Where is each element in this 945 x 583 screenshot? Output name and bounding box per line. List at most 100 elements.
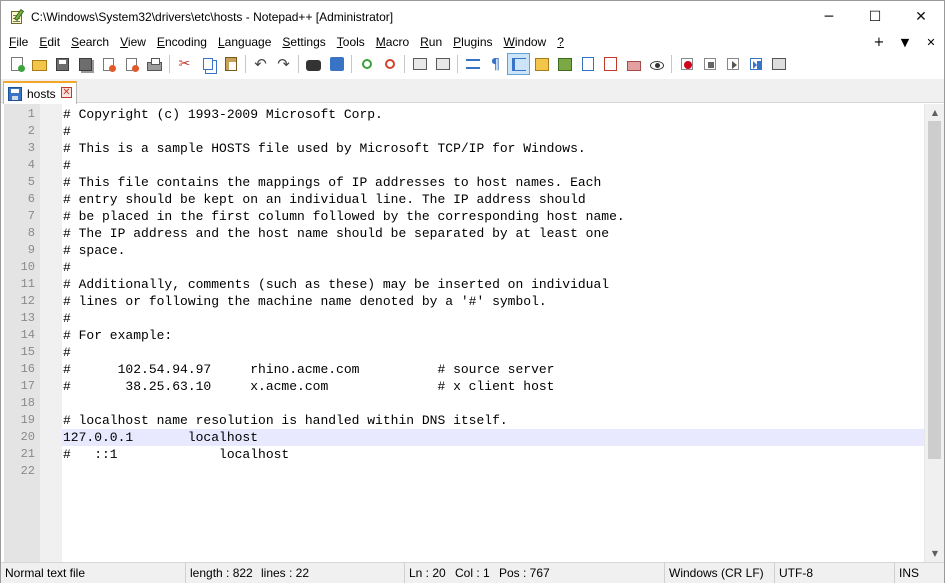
zoom-in-button[interactable] (355, 53, 378, 75)
editor-line[interactable]: 12 # lines or following the machine name … (4, 293, 924, 310)
monitoring-button[interactable] (645, 53, 668, 75)
line-text[interactable]: # The IP address and the host name shoul… (63, 225, 609, 242)
undo-button[interactable]: ↶ (249, 53, 272, 75)
print-button[interactable] (143, 53, 166, 75)
editor-line[interactable]: 20 127.0.0.1 localhost (4, 429, 924, 446)
tab-list-dropdown-icon[interactable]: ▼ (892, 36, 918, 49)
save-button[interactable] (51, 53, 74, 75)
menu-search[interactable]: Search (67, 32, 113, 52)
editor-line[interactable]: 2 # (4, 123, 924, 140)
find-button[interactable] (302, 53, 325, 75)
close-file-button[interactable] (97, 53, 120, 75)
editor-line[interactable]: 16 # 102.54.94.97 rhino.acme.com # source… (4, 361, 924, 378)
close-all-button[interactable] (120, 53, 143, 75)
editor-line[interactable]: 22 (4, 463, 924, 480)
sync-vertical-button[interactable] (408, 53, 431, 75)
line-text[interactable]: # Copyright (c) 1993-2009 Microsoft Corp… (63, 106, 383, 123)
menu-settings[interactable]: Settings (278, 32, 329, 52)
zoom-out-button[interactable] (378, 53, 401, 75)
cut-button[interactable]: ✂ (173, 53, 196, 75)
editor-line[interactable]: 8 # The IP address and the host name shou… (4, 225, 924, 242)
editor-line[interactable]: 6 # entry should be kept on an individual… (4, 191, 924, 208)
save-all-button[interactable] (74, 53, 97, 75)
redo-button[interactable]: ↷ (272, 53, 295, 75)
line-text[interactable]: # (63, 259, 71, 276)
editor-line[interactable]: 9 # space. (4, 242, 924, 259)
line-text[interactable]: # lines or following the machine name de… (63, 293, 547, 310)
sync-horizontal-button[interactable] (431, 53, 454, 75)
line-text[interactable]: # Additionally, comments (such as these)… (63, 276, 609, 293)
editor-line[interactable]: 5 # This file contains the mappings of IP… (4, 174, 924, 191)
new-tab-plus-icon[interactable]: + (866, 35, 892, 50)
line-text[interactable]: # This file contains the mappings of IP … (63, 174, 601, 191)
notepadpp-app-icon[interactable] (9, 8, 25, 25)
folder-workspace-button[interactable] (622, 53, 645, 75)
editor-line[interactable]: 11 # Additionally, comments (such as thes… (4, 276, 924, 293)
scroll-up-icon[interactable]: ▲ (925, 104, 945, 121)
record-macro-button[interactable] (675, 53, 698, 75)
line-text[interactable]: # entry should be kept on an individual … (63, 191, 586, 208)
indent-guide-button[interactable] (507, 53, 530, 75)
editor-line[interactable]: 15 # (4, 344, 924, 361)
editor-area[interactable]: 1 # Copyright (c) 1993-2009 Microsoft Cor… (1, 104, 944, 562)
close-window-button[interactable]: ✕ (898, 1, 944, 32)
tab-hosts[interactable]: hosts ✕ (3, 81, 77, 104)
play-macro-button[interactable] (721, 53, 744, 75)
open-file-button[interactable] (28, 53, 51, 75)
editor-line[interactable]: 10 # (4, 259, 924, 276)
editor-line[interactable]: 19 # localhost name resolution is handled… (4, 412, 924, 429)
line-text[interactable]: # be placed in the first column followed… (63, 208, 625, 225)
stop-macro-button[interactable] (698, 53, 721, 75)
editor-line[interactable]: 1 # Copyright (c) 1993-2009 Microsoft Cor… (4, 106, 924, 123)
editor-line[interactable]: 17 # 38.25.63.10 x.acme.com # x client ho… (4, 378, 924, 395)
menu-language[interactable]: Language (214, 32, 275, 52)
editor-line[interactable]: 13 # (4, 310, 924, 327)
line-text[interactable]: 127.0.0.1 localhost (63, 429, 258, 446)
line-text[interactable]: # (63, 157, 71, 174)
line-text[interactable]: # (63, 344, 71, 361)
menu-run[interactable]: Run (416, 32, 446, 52)
editor-line[interactable]: 21 # ::1 localhost (4, 446, 924, 463)
menu-view[interactable]: View (116, 32, 150, 52)
status-encoding[interactable]: UTF-8 (774, 563, 813, 583)
editor-line[interactable]: 7 # be placed in the first column followe… (4, 208, 924, 225)
line-text[interactable]: # For example: (63, 327, 172, 344)
scroll-down-icon[interactable]: ▼ (925, 545, 945, 562)
editor-line[interactable]: 14 # For example: (4, 327, 924, 344)
tab-close-icon[interactable]: ✕ (61, 87, 72, 98)
maximize-button[interactable]: ☐ (852, 1, 898, 32)
menu-file[interactable]: File (5, 32, 32, 52)
line-text[interactable]: # 102.54.94.97 rhino.acme.com # source s… (63, 361, 554, 378)
user-language-button[interactable] (530, 53, 553, 75)
word-wrap-button[interactable] (461, 53, 484, 75)
menu-window[interactable]: Window (500, 32, 551, 52)
minimize-button[interactable]: ─ (806, 1, 852, 32)
menu-plugins[interactable]: Plugins (449, 32, 496, 52)
menu-macro[interactable]: Macro (372, 32, 413, 52)
scroll-thumb[interactable] (928, 121, 941, 459)
menu-encoding[interactable]: Encoding (153, 32, 211, 52)
document-map-button[interactable] (553, 53, 576, 75)
editor-line[interactable]: 3 # This is a sample HOSTS file used by M… (4, 140, 924, 157)
editor-line[interactable]: 18 (4, 395, 924, 412)
editor-line[interactable]: 4 # (4, 157, 924, 174)
line-text[interactable]: # 38.25.63.10 x.acme.com # x client host (63, 378, 554, 395)
line-text[interactable]: # ::1 localhost (63, 446, 289, 463)
new-file-button[interactable] (5, 53, 28, 75)
status-insert-mode[interactable]: INS (894, 563, 919, 583)
line-text[interactable]: # localhost name resolution is handled w… (63, 412, 508, 429)
function-list-button[interactable] (599, 53, 622, 75)
menu-help[interactable]: ? (553, 32, 568, 52)
copy-button[interactable] (196, 53, 219, 75)
menu-edit[interactable]: Edit (35, 32, 64, 52)
status-eol-format[interactable]: Windows (CR LF) (664, 563, 764, 583)
run-macro-multiple-button[interactable] (744, 53, 767, 75)
line-text[interactable]: # (63, 123, 71, 140)
text-content[interactable]: 1 # Copyright (c) 1993-2009 Microsoft Cor… (4, 106, 924, 480)
paste-button[interactable] (219, 53, 242, 75)
vertical-scrollbar[interactable]: ▲ ▼ (924, 104, 944, 562)
title-bar[interactable]: C:\Windows\System32\drivers\etc\hosts - … (1, 1, 944, 32)
save-macro-button[interactable] (767, 53, 790, 75)
show-all-chars-button[interactable]: ¶ (484, 53, 507, 75)
close-document-icon[interactable]: ✕ (918, 36, 944, 49)
